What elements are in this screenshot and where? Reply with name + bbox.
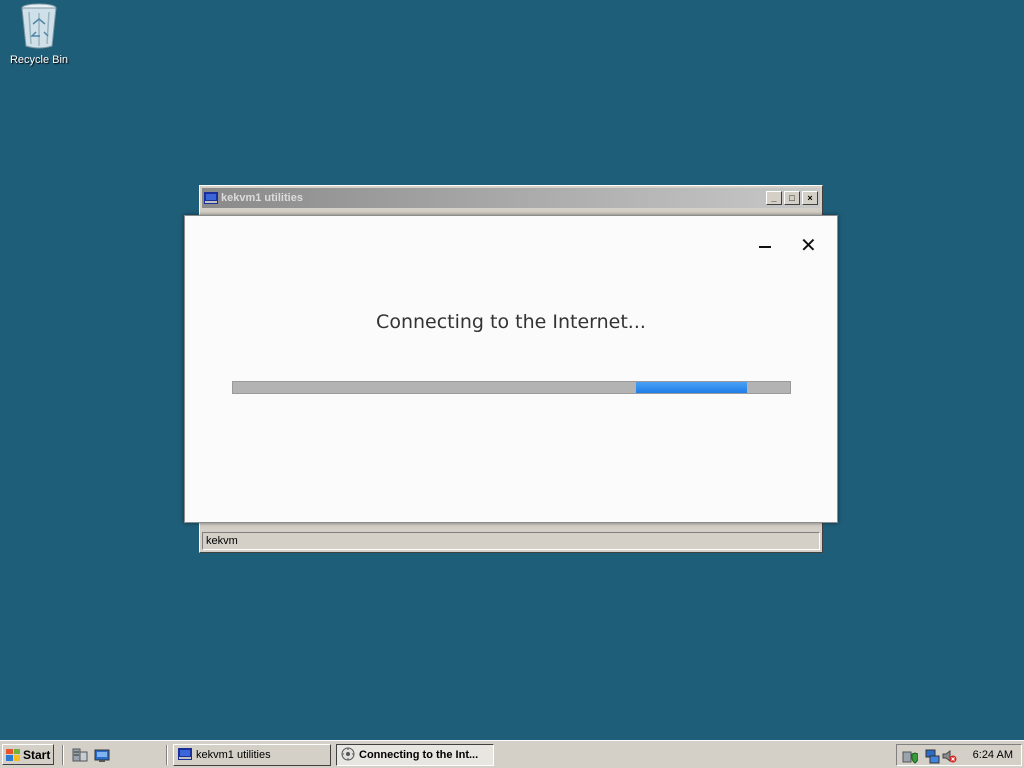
- volume-muted-icon[interactable]: [941, 748, 957, 764]
- taskbar-item-label: kekvm1 utilities: [196, 749, 271, 761]
- progress-bar: [232, 381, 791, 394]
- security-shield-icon[interactable]: [902, 748, 919, 764]
- connecting-dialog: ✕ Connecting to the Internet...: [184, 215, 838, 523]
- app-window-icon: [204, 192, 218, 204]
- recycle-bin-icon: [19, 2, 59, 50]
- start-button[interactable]: Start: [2, 744, 54, 765]
- recycle-bin-shortcut[interactable]: Recycle Bin: [6, 2, 72, 66]
- taskbar-item-connecting[interactable]: Connecting to the Int...: [336, 744, 494, 766]
- setup-icon: [341, 747, 355, 764]
- clock[interactable]: 6:24 AM: [973, 749, 1013, 761]
- recycle-bin-label: Recycle Bin: [9, 54, 69, 66]
- network-icon[interactable]: [925, 748, 941, 764]
- connecting-message: Connecting to the Internet...: [376, 311, 646, 333]
- maximize-button[interactable]: □: [784, 191, 800, 205]
- taskbar-item-utilities[interactable]: kekvm1 utilities: [173, 744, 331, 766]
- status-bar: kekvm: [202, 532, 820, 550]
- quicklaunch-separator: [62, 745, 64, 765]
- minimize-button[interactable]: _: [766, 191, 782, 205]
- system-tray: 6:24 AM: [896, 744, 1022, 766]
- windows-logo-icon: [6, 748, 20, 761]
- close-button[interactable]: ×: [802, 191, 818, 205]
- taskbar-item-label: Connecting to the Int...: [359, 749, 479, 761]
- taskbar: Start kekvm1 utilities Connecting to the…: [0, 740, 1024, 768]
- utilities-titlebar[interactable]: kekvm1 utilities _ □ ×: [202, 188, 820, 208]
- quicklaunch-separator-end: [166, 745, 168, 765]
- app-window-icon: [178, 747, 192, 763]
- server-manager-icon[interactable]: [72, 747, 88, 763]
- utilities-window-title: kekvm1 utilities: [221, 192, 303, 204]
- start-label: Start: [23, 747, 51, 762]
- show-desktop-icon[interactable]: [94, 747, 110, 763]
- progress-indicator: [635, 382, 748, 393]
- dialog-close-button[interactable]: ✕: [800, 235, 817, 255]
- dialog-minimize-button[interactable]: [757, 238, 773, 254]
